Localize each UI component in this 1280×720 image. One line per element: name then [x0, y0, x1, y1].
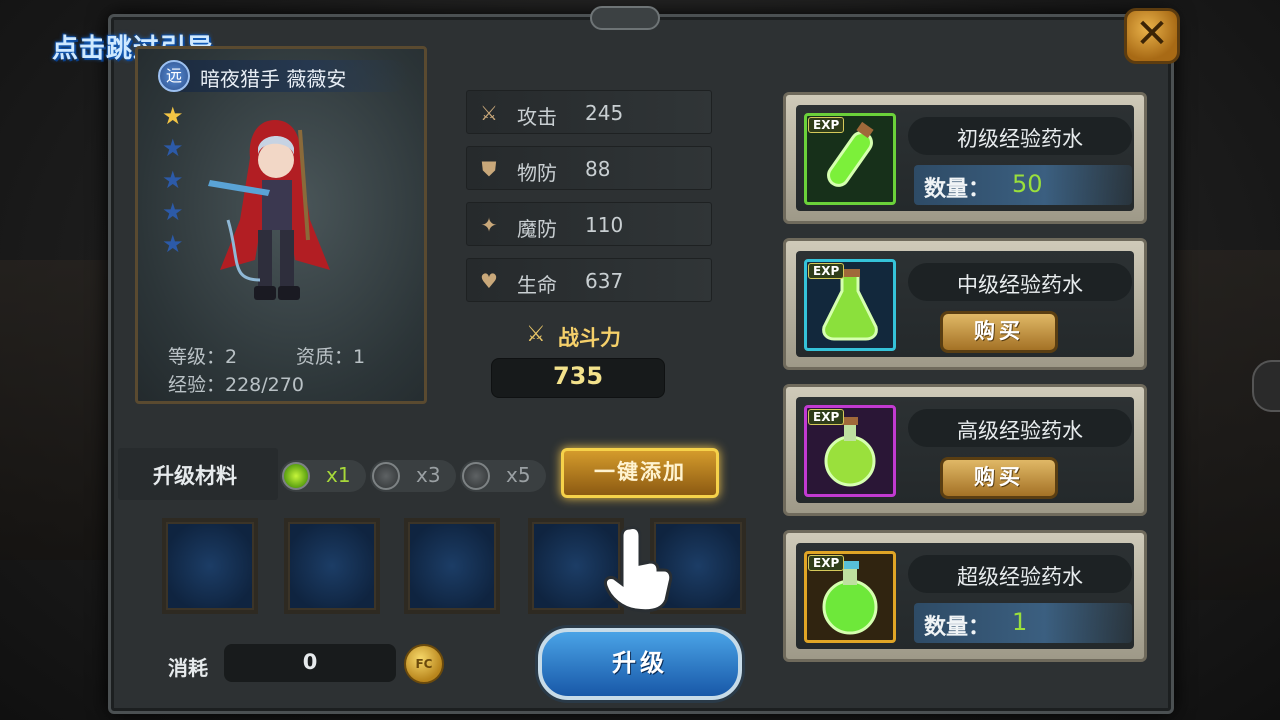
- attribute-row-physical-defense: ⛊ 物防 88: [466, 146, 712, 190]
- buy-button[interactable]: 购买: [940, 457, 1058, 499]
- potion-card-basic[interactable]: EXP 初级经验药水 数量： 50: [783, 92, 1147, 224]
- hero-level: 等级：2: [168, 346, 238, 368]
- background-decoration-right: [1170, 250, 1280, 600]
- exp-tag: EXP: [808, 117, 845, 133]
- star-icon-empty: ★: [162, 230, 184, 258]
- frame-ornament: [590, 6, 660, 30]
- hero-exp: 经验：228/270: [168, 374, 304, 396]
- upgrade-button[interactable]: 升级: [538, 628, 742, 700]
- cost-value: 0: [302, 650, 318, 674]
- attribute-label: 物防: [517, 161, 557, 185]
- class-badge-ranged: 远: [158, 60, 190, 92]
- quantity-label: 数量：: [924, 615, 991, 640]
- material-slot[interactable]: [162, 518, 258, 614]
- hero-aptitude: 资质：1: [296, 346, 366, 368]
- attribute-value: 245: [585, 101, 624, 125]
- star-icon-empty: ★: [162, 134, 184, 162]
- attribute-row-health: ♥ 生命 637: [466, 258, 712, 302]
- attribute-row-attack: ⚔ 攻击 245: [466, 90, 712, 134]
- attribute-value: 88: [585, 157, 611, 181]
- attribute-value: 110: [585, 213, 624, 237]
- quick-add-button[interactable]: 一键添加: [561, 448, 719, 498]
- quantity-option-x1[interactable]: x1: [280, 460, 366, 492]
- star-icon-empty: ★: [162, 198, 184, 226]
- potion-name: 中级经验药水: [957, 273, 1083, 297]
- quantity-option-x3[interactable]: x3: [370, 460, 456, 492]
- exp-tag: EXP: [808, 555, 845, 571]
- potion-name: 高级经验药水: [957, 419, 1083, 443]
- floating-assistant-button[interactable]: [1252, 360, 1280, 412]
- combat-power-label: 战斗力: [558, 326, 621, 350]
- materials-title: 升级材料: [153, 464, 237, 488]
- quantity-value: 50: [1012, 170, 1043, 198]
- combat-power-value: 735: [552, 362, 604, 390]
- potion-card-advanced[interactable]: EXP 高级经验药水 购买: [783, 384, 1147, 516]
- radio-unselected-icon: [372, 462, 400, 490]
- magic-star-icon: ✦: [480, 213, 498, 237]
- quantity-option-label: x3: [416, 463, 441, 487]
- cost-label: 消耗: [168, 656, 208, 680]
- close-button[interactable]: ✕: [1124, 8, 1180, 64]
- hero-name: 暗夜猎手 薇薇安: [200, 67, 347, 91]
- star-icon-empty: ★: [162, 166, 184, 194]
- radio-unselected-icon: [462, 462, 490, 490]
- gold-coin-icon: FC: [404, 644, 444, 684]
- hero-character-art: [208, 120, 330, 300]
- attribute-label: 生命: [517, 273, 557, 297]
- potion-name: 超级经验药水: [957, 565, 1083, 589]
- quantity-option-label: x1: [326, 463, 351, 487]
- quantity-option-label: x5: [506, 463, 531, 487]
- attribute-row-magic-defense: ✦ 魔防 110: [466, 202, 712, 246]
- attribute-label: 攻击: [517, 105, 557, 129]
- shield-icon: ⛊: [481, 157, 497, 181]
- crossed-swords-icon: ⚔: [526, 322, 546, 347]
- attribute-label: 魔防: [517, 217, 557, 241]
- potion-name: 初级经验药水: [957, 127, 1083, 151]
- background-decoration-left: [0, 260, 110, 560]
- exp-tag: EXP: [808, 263, 845, 279]
- quantity-value: 1: [1012, 608, 1028, 636]
- potion-card-super[interactable]: EXP 超级经验药水 数量： 1: [783, 530, 1147, 662]
- quantity-option-x5[interactable]: x5: [460, 460, 546, 492]
- attribute-value: 637: [585, 269, 624, 293]
- heart-icon: ♥: [480, 269, 498, 293]
- material-slot[interactable]: [284, 518, 380, 614]
- quantity-label: 数量：: [924, 177, 991, 202]
- exp-tag: EXP: [808, 409, 845, 425]
- star-icon-filled: ★: [162, 102, 184, 130]
- tutorial-pointer-hand-icon: [604, 526, 673, 613]
- sword-icon: ⚔: [480, 101, 498, 125]
- material-slot[interactable]: [404, 518, 500, 614]
- radio-selected-icon: [282, 462, 310, 490]
- potion-card-intermediate[interactable]: EXP 中级经验药水 购买: [783, 238, 1147, 370]
- buy-button[interactable]: 购买: [940, 311, 1058, 353]
